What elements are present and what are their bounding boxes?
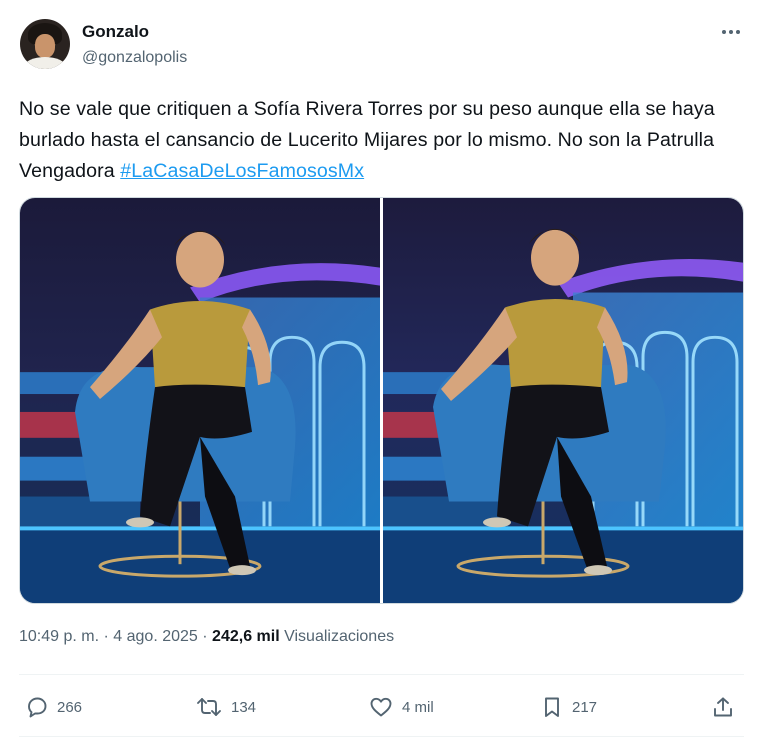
heart-icon bbox=[370, 697, 392, 717]
more-horizontal-icon bbox=[722, 30, 740, 34]
media-grid bbox=[19, 197, 744, 604]
views-count: 242,6 mil bbox=[212, 628, 280, 645]
photo-1-image bbox=[20, 198, 380, 603]
author-display-name[interactable]: Gonzalo bbox=[82, 22, 149, 42]
meta-separator-1: · bbox=[103, 628, 109, 645]
avatar-face bbox=[35, 34, 55, 58]
photo-2[interactable] bbox=[383, 198, 743, 603]
hashtag-link[interactable]: #LaCasaDeLosFamososMx bbox=[120, 160, 364, 182]
like-count: 4 mil bbox=[402, 698, 434, 716]
bookmark-icon bbox=[545, 697, 559, 717]
share-upload-icon bbox=[714, 697, 732, 717]
photo-1[interactable] bbox=[20, 198, 380, 603]
tweet-meta: 10:49 p. m. · 4 ago. 2025 · 242,6 mil Vi… bbox=[19, 628, 394, 646]
repost-count: 134 bbox=[231, 698, 257, 716]
like-button[interactable]: 4 mil bbox=[368, 693, 434, 721]
reply-button[interactable]: 266 bbox=[25, 693, 82, 721]
views-label: Visualizaciones bbox=[284, 628, 395, 645]
photo-2-image bbox=[383, 198, 743, 603]
speech-bubble-icon bbox=[28, 697, 47, 718]
repost-button[interactable]: 134 bbox=[195, 693, 256, 721]
more-options-button[interactable] bbox=[716, 20, 746, 44]
tweet-date[interactable]: 4 ago. 2025 bbox=[113, 628, 198, 645]
share-button[interactable] bbox=[711, 693, 735, 721]
avatar-shirt bbox=[24, 57, 66, 69]
bookmark-count: 217 bbox=[572, 698, 598, 716]
author-handle[interactable]: @gonzalopolis bbox=[82, 49, 187, 67]
divider-top bbox=[19, 674, 744, 675]
meta-separator-2: · bbox=[202, 628, 208, 645]
tweet-text: No se vale que critiquen a Sofía Rivera … bbox=[19, 94, 744, 187]
divider-bottom bbox=[19, 736, 744, 737]
tweet-card: Gonzalo @gonzalopolis No se vale que cri… bbox=[0, 0, 768, 739]
tweet-time[interactable]: 10:49 p. m. bbox=[19, 628, 99, 645]
repost-arrows-icon bbox=[197, 698, 221, 716]
bookmark-button[interactable]: 217 bbox=[540, 693, 597, 721]
avatar[interactable] bbox=[20, 19, 70, 69]
reply-count: 266 bbox=[57, 698, 83, 716]
